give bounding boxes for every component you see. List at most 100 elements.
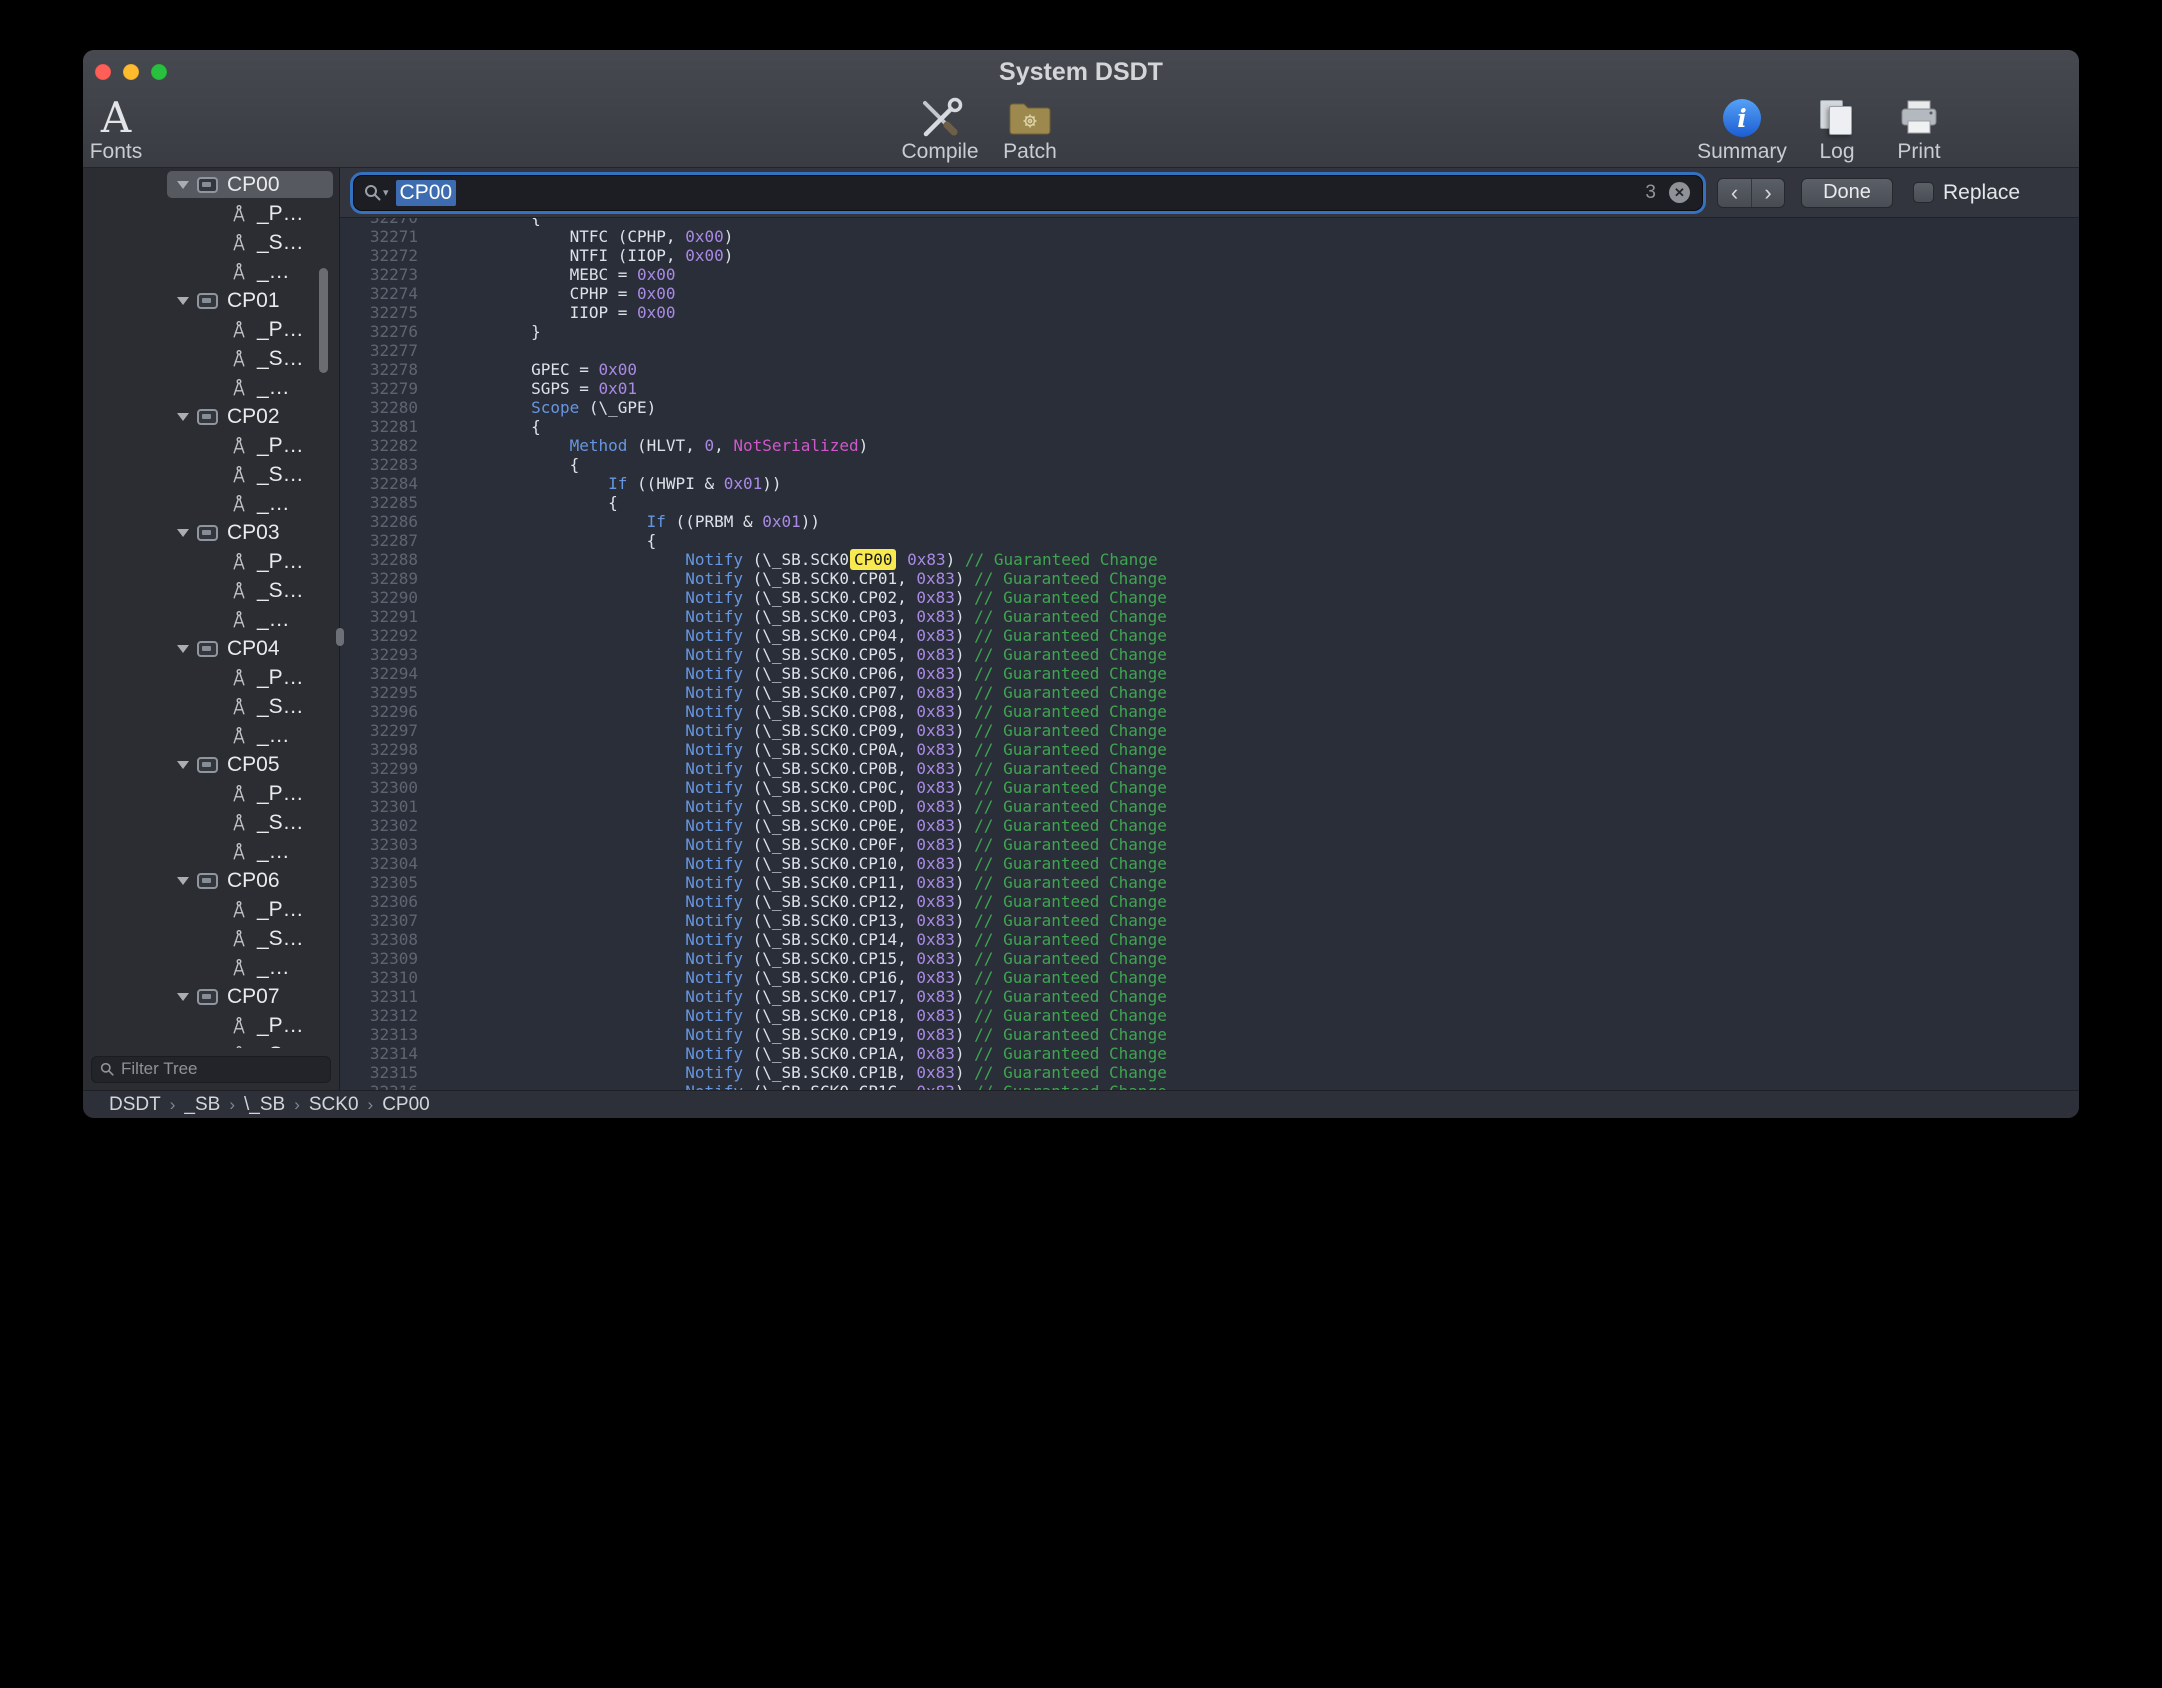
tree-item-cp01[interactable]: CP01: [83, 286, 339, 315]
line-number: 32293: [354, 645, 418, 664]
code-token: // Guaranteed Change: [974, 854, 1167, 873]
print-toolbar-button[interactable]: Print: [1887, 95, 1951, 163]
tree-item-cp05[interactable]: CP05: [83, 750, 339, 779]
code-token: ): [955, 721, 974, 740]
search-menu-chevron-icon[interactable]: ▾: [383, 186, 389, 199]
tree-item-cp07-child[interactable]: _S…: [83, 1040, 339, 1048]
code-token: Notify: [685, 645, 743, 664]
tree-item-cp04-child[interactable]: _S…: [83, 692, 339, 721]
minimize-window-button[interactable]: [123, 64, 139, 80]
breadcrumb-item[interactable]: DSDT: [109, 1094, 161, 1116]
code-line: 32280 Scope (\_GPE): [340, 398, 2079, 417]
log-toolbar-button[interactable]: Log: [1805, 95, 1869, 163]
compass-icon: [229, 697, 249, 717]
tree-item-cp06-child[interactable]: _P…: [83, 895, 339, 924]
tree-item-cp03-child[interactable]: _P…: [83, 547, 339, 576]
compass-icon: [229, 726, 249, 746]
patch-toolbar-button[interactable]: Patch: [990, 95, 1070, 163]
tree-item-cp06-child[interactable]: _S…: [83, 924, 339, 953]
fonts-toolbar-button[interactable]: A Fonts: [83, 95, 149, 163]
tree-item-cp00-child[interactable]: _…: [83, 257, 339, 286]
disclosure-triangle-icon[interactable]: [177, 877, 189, 885]
fonts-icon: A: [101, 97, 131, 139]
line-number: 32273: [354, 265, 418, 284]
summary-label: Summary: [1697, 141, 1787, 163]
line-number: 32277: [354, 341, 418, 360]
breadcrumb-separator: ›: [294, 1095, 300, 1115]
tree-item-cp05-child[interactable]: _…: [83, 837, 339, 866]
code-token: (\_SB.SCK0.CP1B,: [743, 1063, 916, 1082]
code-token: ): [955, 683, 974, 702]
search-match-highlight: CP00: [850, 549, 897, 570]
split-divider-handle[interactable]: [336, 628, 344, 646]
tree-item-cp04-child[interactable]: _…: [83, 721, 339, 750]
tree-item-label: _P…: [257, 666, 304, 690]
tree-item-cp07-child[interactable]: _P…: [83, 1011, 339, 1040]
code-token: ): [859, 436, 869, 455]
tree-item-cp02-child[interactable]: _P…: [83, 431, 339, 460]
compass-icon: [229, 842, 249, 862]
code-line: 32300 Notify (\_SB.SCK0.CP0C, 0x83) // G…: [340, 778, 2079, 797]
close-window-button[interactable]: [95, 64, 111, 80]
compile-toolbar-button[interactable]: Compile: [900, 95, 980, 163]
tree-item-cp02-child[interactable]: _S…: [83, 460, 339, 489]
disclosure-triangle-icon[interactable]: [177, 181, 189, 189]
tree-item-label: _P…: [257, 782, 304, 806]
tree-item-label: _S…: [257, 579, 304, 603]
code-token: 0x83: [916, 607, 955, 626]
code-token: 0x01: [762, 512, 801, 531]
breadcrumb-item[interactable]: _SB: [184, 1094, 220, 1116]
tree-item-cp02-child[interactable]: _…: [83, 489, 339, 518]
tree-item-cp07[interactable]: CP07: [83, 982, 339, 1011]
tree-item-cp05-child[interactable]: _P…: [83, 779, 339, 808]
tree-item-cp00-child[interactable]: _P…: [83, 199, 339, 228]
clear-search-icon[interactable]: ✕: [1669, 182, 1690, 203]
compass-icon: [229, 378, 249, 398]
tree-item-cp00[interactable]: CP00: [83, 170, 339, 199]
breadcrumb-item[interactable]: SCK0: [309, 1094, 359, 1116]
window-titlebar[interactable]: System DSDT: [83, 50, 2079, 94]
code-token: (\_SB.SCK0.CP17,: [743, 987, 916, 1006]
code-token: 0x83: [907, 550, 946, 569]
disclosure-triangle-icon[interactable]: [177, 297, 189, 305]
done-button[interactable]: Done: [1801, 178, 1893, 208]
filter-placeholder: Filter Tree: [121, 1059, 198, 1079]
tree-item-cp06[interactable]: CP06: [83, 866, 339, 895]
tree-item-cp01-child[interactable]: _S…: [83, 344, 339, 373]
code-token: Notify: [685, 607, 743, 626]
code-token: 0x83: [916, 1063, 955, 1082]
disclosure-triangle-icon[interactable]: [177, 529, 189, 537]
disclosure-triangle-icon[interactable]: [177, 761, 189, 769]
tree-item-cp00-child[interactable]: _S…: [83, 228, 339, 257]
compass-icon: [229, 465, 249, 485]
tree-item-cp03[interactable]: CP03: [83, 518, 339, 547]
summary-toolbar-button[interactable]: i Summary: [1697, 95, 1787, 163]
tree-item-cp01-child[interactable]: _P…: [83, 315, 339, 344]
line-number: 32271: [354, 227, 418, 246]
tree-item-cp03-child[interactable]: _…: [83, 605, 339, 634]
code-token: Notify: [685, 664, 743, 683]
log-pages-icon: [1816, 98, 1858, 138]
zoom-window-button[interactable]: [151, 64, 167, 80]
tree-item-cp04[interactable]: CP04: [83, 634, 339, 663]
find-previous-button[interactable]: ‹: [1718, 179, 1751, 207]
disclosure-triangle-icon[interactable]: [177, 645, 189, 653]
breadcrumb-item[interactable]: \_SB: [244, 1094, 285, 1116]
find-next-button[interactable]: ›: [1751, 179, 1784, 207]
replace-checkbox[interactable]: [1913, 182, 1934, 203]
tree-item-cp01-child[interactable]: _…: [83, 373, 339, 402]
tree-item-cp05-child[interactable]: _S…: [83, 808, 339, 837]
tree-item-cp03-child[interactable]: _S…: [83, 576, 339, 605]
tree-item-label: _P…: [257, 1014, 304, 1038]
search-field[interactable]: ▾ CP00 3 ✕: [354, 176, 1702, 210]
code-editor[interactable]: 32270 {32271 NTFC (CPHP, 0x00)32272 NTFI…: [340, 218, 2079, 1090]
code-line: 32316 Notify (\_SB.SCK0.CP1C, 0x83) // G…: [340, 1082, 2079, 1090]
disclosure-triangle-icon[interactable]: [177, 413, 189, 421]
breadcrumb-item[interactable]: CP00: [382, 1094, 430, 1116]
filter-tree-input[interactable]: Filter Tree: [91, 1056, 331, 1083]
tree-item-cp06-child[interactable]: _…: [83, 953, 339, 982]
disclosure-triangle-icon[interactable]: [177, 993, 189, 1001]
tree-item-cp04-child[interactable]: _P…: [83, 663, 339, 692]
tree-item-cp02[interactable]: CP02: [83, 402, 339, 431]
sidebar-scrollbar[interactable]: [319, 268, 328, 373]
